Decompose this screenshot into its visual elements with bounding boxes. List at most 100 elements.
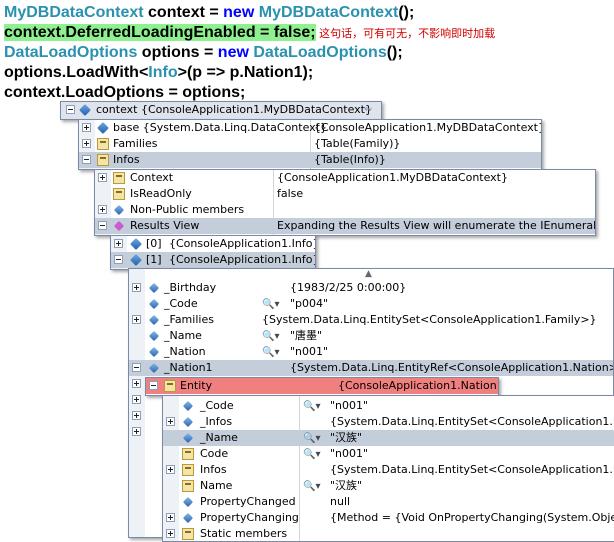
expand-toggle[interactable] <box>132 427 141 436</box>
datatip-name: _Infos <box>200 415 233 428</box>
datatip-row[interactable]: Code 🔍▾ "n001" <box>163 446 614 462</box>
datatip-name: _Name <box>164 329 202 342</box>
property-icon <box>182 464 194 476</box>
datatip-value: "n001" <box>330 399 369 412</box>
datatip-row[interactable]: _Name 🔍▾ "唐墨" <box>129 328 613 344</box>
expand-toggle[interactable] <box>98 173 107 182</box>
expand-toggle[interactable] <box>132 283 141 292</box>
code-token: options.LoadWith< <box>4 64 149 81</box>
datatip-row[interactable]: Infos {System.Data.Linq.EntitySet<Consol… <box>163 462 614 478</box>
code-token: DataLoadOptions <box>4 44 138 61</box>
datatip-row-selected[interactable]: Infos {Table(Info)} <box>79 152 541 168</box>
datatip-row[interactable]: PropertyChanging {Method = {Void OnPrope… <box>163 510 614 526</box>
expand-toggle[interactable] <box>82 123 91 132</box>
datatip-row[interactable]: Families {Table(Family)} <box>79 136 541 152</box>
datatip-row[interactable]: Name 🔍▾ "汉族" <box>163 478 614 494</box>
datatip-value: false <box>277 187 304 200</box>
datatip-name: _Nation <box>164 345 206 358</box>
object-icon <box>130 238 142 250</box>
datatip-row[interactable]: [0] {ConsoleApplication1.Info} <box>111 236 315 252</box>
expand-toggle[interactable] <box>166 417 175 426</box>
datatip-name: _Code <box>164 297 198 310</box>
datatip-root[interactable]: context {ConsoleApplication1.MyDBDataCon… <box>60 101 382 120</box>
datatip-panel-context: base {System.Data.Linq.DataContext} {Con… <box>78 119 542 170</box>
datatip-value: {System.Data.Linq.EntitySet<ConsoleAppli… <box>262 313 597 326</box>
datatip-name: _Families <box>164 313 214 326</box>
datatip-row[interactable]: IsReadOnly false <box>95 186 595 202</box>
code-token: MyDBDataContext <box>4 4 144 21</box>
code-token: >(p => p.Nation1); <box>177 64 314 81</box>
datatip-name: PropertyChanging <box>200 511 299 524</box>
datatip-row[interactable]: PropertyChanged null <box>163 494 614 510</box>
property-icon <box>97 138 109 150</box>
datatip-row[interactable]: Non-Public members <box>95 202 595 218</box>
datatip-row[interactable]: _Families {System.Data.Linq.EntitySet<Co… <box>129 312 613 328</box>
magnifier-icon[interactable]: 🔍▾ <box>262 329 279 345</box>
field-icon <box>182 416 194 428</box>
expand-toggle[interactable] <box>166 513 175 522</box>
expand-toggle[interactable] <box>132 315 141 324</box>
expand-toggle[interactable] <box>132 379 141 388</box>
datatip-row-selected[interactable]: Results View Expanding the Results View … <box>95 218 595 234</box>
expand-toggle[interactable] <box>132 411 141 420</box>
datatip-value: {ConsoleApplication1.MyDBDataContext} <box>277 171 508 184</box>
expand-toggle[interactable] <box>98 205 107 214</box>
collapse-toggle[interactable] <box>114 255 123 264</box>
collapse-toggle[interactable] <box>149 381 158 390</box>
collapse-toggle[interactable] <box>98 221 107 230</box>
code-highlighted: context.DeferredLoadingEnabled = false; <box>4 24 316 41</box>
datatip-name: _Code <box>200 399 234 412</box>
datatip-name: [1] <box>146 253 162 266</box>
datatip-value: "汉族" <box>330 479 363 492</box>
magnifier-icon[interactable]: 🔍▾ <box>262 297 279 313</box>
scroll-up-icon[interactable]: ▲ <box>365 269 372 279</box>
datatip-row[interactable]: Static members <box>163 526 614 541</box>
property-icon <box>113 172 125 184</box>
magnifier-icon[interactable]: 🔍▾ <box>262 345 279 361</box>
property-icon <box>182 448 194 460</box>
collapse-toggle[interactable] <box>66 105 75 114</box>
property-icon <box>164 380 176 392</box>
collapse-toggle[interactable] <box>82 155 91 164</box>
datatip-name: Static members <box>200 527 288 540</box>
datatip-row-selected[interactable]: _Name 🔍▾ "汉族" <box>163 430 614 446</box>
magnifier-icon[interactable]: 🔍▾ <box>303 479 320 495</box>
datatip-row[interactable]: _Infos {System.Data.Linq.EntitySet<Conso… <box>163 414 614 430</box>
datatip-row[interactable]: _Birthday {1983/2/25 0:00:00} <box>129 280 613 296</box>
datatip-row[interactable]: _Nation 🔍▾ "n001" <box>129 344 613 360</box>
expand-toggle[interactable] <box>132 395 141 404</box>
object-icon <box>130 254 142 266</box>
code-line-4: options.LoadWith<Info>(p => p.Nation1); <box>4 63 313 83</box>
object-icon <box>97 122 109 134</box>
datatip-row[interactable]: base {System.Data.Linq.DataContext} {Con… <box>79 120 541 136</box>
datatip-row-entity[interactable]: Entity {ConsoleApplication1.Nation} <box>146 378 498 394</box>
field-icon <box>113 204 125 216</box>
field-icon <box>148 330 160 342</box>
datatip-value: {ConsoleApplication1.Info} <box>169 237 316 250</box>
code-token: (); <box>386 44 403 61</box>
datatip-row[interactable]: _Code 🔍▾ "n001" <box>163 398 614 414</box>
expand-toggle[interactable] <box>114 239 123 248</box>
datatip-row-context[interactable]: context {ConsoleApplication1.MyDBDataCon… <box>61 102 381 118</box>
pin-icon[interactable]: ⇐ <box>364 102 372 118</box>
datatip-value: {ConsoleApplication1.MyDBDataContext} <box>141 103 372 116</box>
expand-toggle[interactable] <box>82 139 91 148</box>
expand-toggle[interactable] <box>166 529 175 538</box>
magnifier-icon[interactable]: 🔍▾ <box>303 447 320 463</box>
code-comment: 这句话，可有可无，不影响即时加载 <box>315 27 496 40</box>
datatip-row-selected[interactable]: _Nation1 {System.Data.Linq.EntityRef<Con… <box>129 360 613 376</box>
field-icon <box>148 298 160 310</box>
datatip-value: {ConsoleApplication1.Nation} <box>338 379 499 392</box>
datatip-value: "n001" <box>330 447 369 460</box>
expand-toggle[interactable] <box>166 465 175 474</box>
magnifier-icon[interactable]: 🔍▾ <box>303 399 320 415</box>
datatip-row[interactable]: Context {ConsoleApplication1.MyDBDataCon… <box>95 170 595 186</box>
datatip-name: Infos <box>113 153 140 166</box>
datatip-row[interactable]: _Code 🔍▾ "p004" <box>129 296 613 312</box>
collapse-toggle[interactable] <box>132 363 141 372</box>
datatip-rows: _Code 🔍▾ "n001" _Infos {System.Data.Linq… <box>163 398 614 541</box>
datatip-value: {Table(Family)} <box>314 137 401 150</box>
magnifier-icon[interactable]: 🔍▾ <box>303 431 320 447</box>
datatip-name: Non-Public members <box>130 203 245 216</box>
datatip-row-selected[interactable]: [1] {ConsoleApplication1.Info} <box>111 252 315 268</box>
